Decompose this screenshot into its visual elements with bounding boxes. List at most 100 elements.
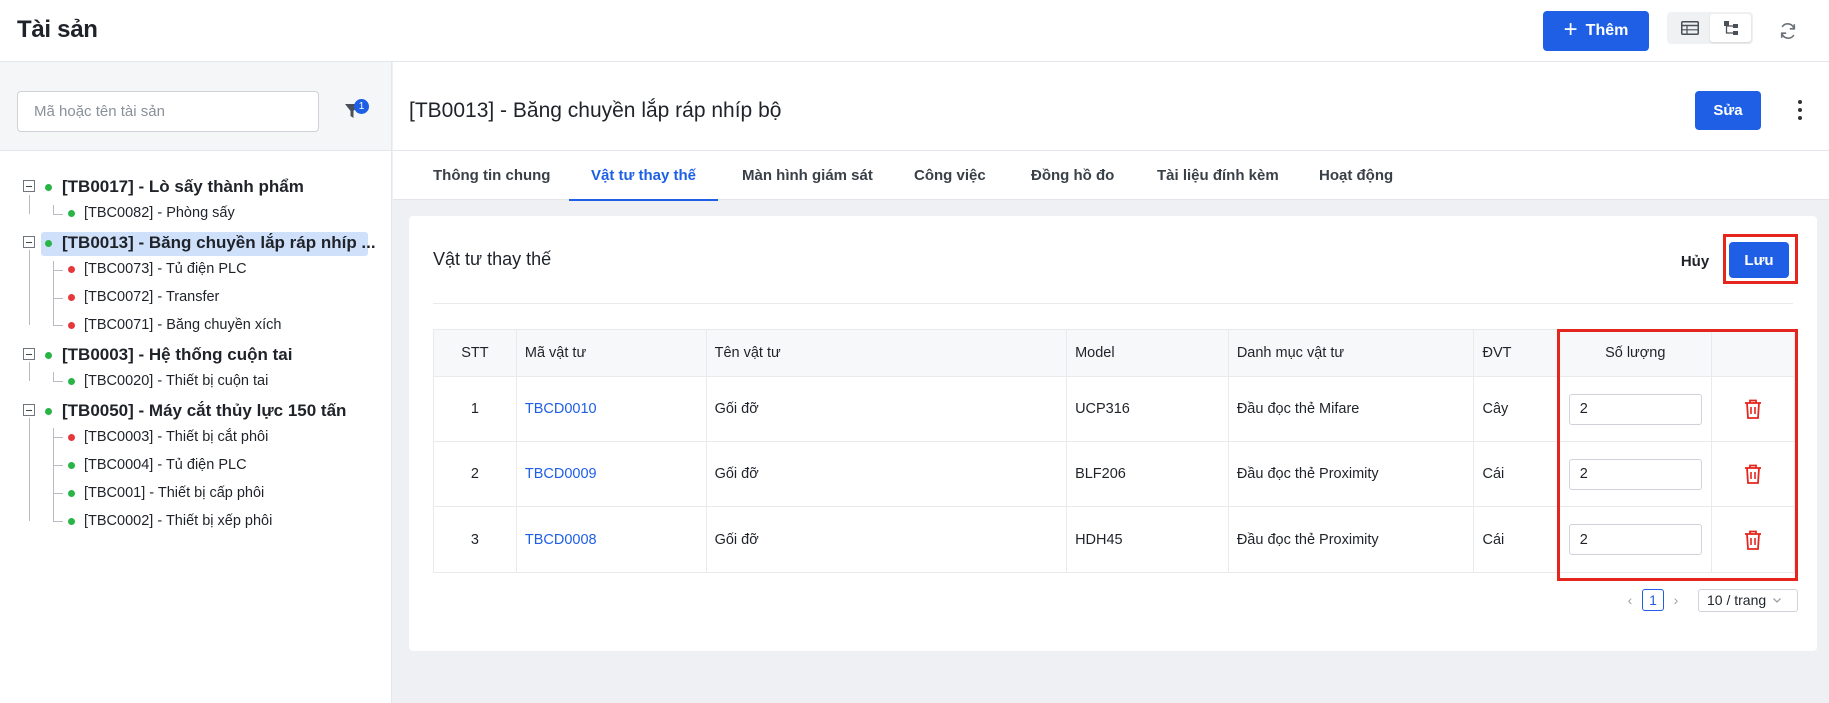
prev-page-icon[interactable]: ‹	[1622, 590, 1638, 610]
quantity-input[interactable]	[1568, 524, 1702, 555]
filter-count-badge: 1	[354, 99, 369, 114]
tree-child-item[interactable]: [TBC0072] - Transfer	[68, 287, 219, 307]
row-index: 2	[434, 442, 517, 506]
table-view-icon	[1680, 21, 1699, 35]
tab-work[interactable]: Công việc	[914, 151, 986, 200]
delete-button[interactable]	[1741, 462, 1765, 486]
table-row: 2 TBCD0009 Gối đỡ BLF206 Đầu đọc thẻ Pro…	[434, 442, 1794, 507]
asset-title: [TB0013] - Băng chuyền lắp ráp nhíp bộ	[409, 99, 782, 122]
tree-child-label: [TBC0020] - Thiết bị cuộn tai	[84, 373, 269, 389]
tree-child-label: [TBC0002] - Thiết bị xếp phôi	[84, 513, 273, 529]
collapse-toggle-icon[interactable]	[23, 236, 35, 248]
page-number[interactable]: 1	[1642, 589, 1664, 611]
tree-child-item[interactable]: [TBC0002] - Thiết bị xếp phôi	[68, 511, 272, 531]
tab-meters[interactable]: Đồng hồ đo	[1031, 151, 1114, 200]
tab-attachments[interactable]: Tài liệu đính kèm	[1157, 151, 1279, 200]
status-dot-green	[68, 517, 75, 525]
detail-tabs: Thông tin chung Vật tư thay thế Màn hình…	[393, 151, 1829, 201]
tree-connector	[29, 195, 30, 214]
material-unit: Cây	[1474, 377, 1560, 441]
collapse-toggle-icon[interactable]	[23, 180, 35, 192]
quantity-cell	[1559, 442, 1713, 506]
add-button-label: Thêm	[1585, 22, 1629, 39]
actions-cell	[1712, 507, 1794, 572]
top-bar: Tài sản + Thêm	[0, 0, 1829, 62]
add-button[interactable]: + Thêm	[1543, 11, 1649, 51]
collapse-toggle-icon[interactable]	[23, 348, 35, 360]
tree-child-label: [TBC0071] - Băng chuyền xích	[84, 317, 282, 333]
material-model: HDH45	[1067, 507, 1229, 572]
tab-general-info[interactable]: Thông tin chung	[433, 151, 550, 200]
tree-root-label: [TB0013] - Băng chuyền lắp ráp nhíp ...	[62, 233, 376, 252]
tree-child-item[interactable]: [TBC0071] - Băng chuyền xích	[68, 315, 281, 335]
cancel-button[interactable]: Hủy	[1670, 244, 1720, 278]
refresh-button[interactable]	[1776, 19, 1800, 43]
pagination: ‹ 1 › 10 / trang	[1622, 588, 1798, 612]
column-header: Tên vật tư	[707, 330, 1068, 376]
material-name: Gối đỡ	[707, 442, 1068, 506]
row-index: 3	[434, 507, 517, 572]
tree-connector	[29, 362, 30, 381]
tree-child-label: [TBC0072] - Transfer	[84, 289, 220, 305]
tree-connector	[53, 437, 63, 438]
column-header: Danh mục vật tư	[1229, 330, 1475, 376]
edit-button[interactable]: Sửa	[1695, 91, 1761, 130]
material-code-link[interactable]: TBCD0008	[525, 532, 597, 548]
tree-connector	[53, 325, 63, 326]
tree-connector	[53, 372, 54, 381]
status-dot-green	[45, 351, 52, 359]
tree-root-item[interactable]: [TB0003] - Hệ thống cuộn tai	[45, 344, 292, 366]
table-view-button[interactable]	[1669, 14, 1710, 42]
tree-child-item[interactable]: [TBC001] - Thiết bị cấp phôi	[68, 483, 264, 503]
search-area: 1	[0, 62, 391, 151]
more-options-button[interactable]	[1792, 98, 1808, 122]
status-dot-green	[68, 209, 75, 217]
tree-root-item[interactable]: [TB0017] - Lò sấy thành phẩm	[45, 176, 304, 198]
tree-view-icon	[1723, 21, 1738, 35]
tree-root-label: [TB0003] - Hệ thống cuộn tai	[62, 345, 293, 364]
material-name: Gối đỡ	[707, 507, 1068, 572]
tree-child-item[interactable]: [TBC0004] - Tủ điện PLC	[68, 455, 247, 475]
material-code-link[interactable]: TBCD0010	[525, 401, 597, 417]
tree-child-item[interactable]: [TBC0003] - Thiết bị cắt phôi	[68, 427, 268, 447]
page-size-select[interactable]: 10 / trang	[1698, 588, 1798, 612]
tree-root-item-selected[interactable]: [TB0013] - Băng chuyền lắp ráp nhíp ...	[45, 232, 376, 254]
tree-view-button[interactable]	[1710, 14, 1751, 42]
quantity-input[interactable]	[1568, 458, 1702, 490]
tab-monitoring-screen[interactable]: Màn hình giám sát	[742, 151, 873, 200]
trash-icon	[1745, 464, 1762, 484]
trash-icon	[1745, 399, 1762, 419]
column-header: Số lượng	[1559, 330, 1713, 376]
material-category: Đầu đọc thẻ Proximity	[1229, 442, 1475, 506]
tree-child-label: [TBC0003] - Thiết bị cắt phôi	[84, 429, 269, 445]
tree-child-item[interactable]: [TBC0020] - Thiết bị cuộn tai	[68, 371, 268, 391]
page-size-label: 10 / trang	[1707, 592, 1767, 608]
tree-connector	[53, 428, 54, 521]
app-title: Tài sản	[17, 16, 98, 43]
delete-button[interactable]	[1741, 397, 1765, 421]
more-vertical-icon	[1798, 100, 1802, 104]
status-dot-green	[68, 489, 75, 497]
tree-root-item[interactable]: [TB0050] - Máy cắt thủy lực 150 tấn	[45, 400, 346, 422]
collapse-toggle-icon[interactable]	[23, 404, 35, 416]
save-button[interactable]: Lưu	[1729, 242, 1789, 278]
materials-card: Vật tư thay thế Hủy Lưu STT Mã vật tư Tê…	[409, 216, 1817, 651]
tree-connector	[53, 205, 54, 214]
material-model: UCP316	[1067, 377, 1229, 441]
tree-connector	[53, 298, 63, 299]
material-code-link[interactable]: TBCD0009	[525, 466, 597, 482]
asset-search-input[interactable]	[17, 91, 319, 132]
tree-child-item[interactable]: [TBC0082] - Phòng sấy	[68, 203, 235, 223]
divider	[433, 303, 1793, 304]
actions-cell	[1712, 377, 1794, 441]
tab-activity[interactable]: Hoạt động	[1319, 151, 1393, 200]
tree-child-item[interactable]: [TBC0073] - Tủ điện PLC	[68, 259, 247, 279]
card-title: Vật tư thay thế	[433, 249, 552, 269]
table-row: 3 TBCD0008 Gối đỡ HDH45 Đầu đọc thẻ Prox…	[434, 507, 1794, 572]
column-header: Model	[1067, 330, 1229, 376]
next-page-icon[interactable]: ›	[1668, 590, 1684, 610]
quantity-input[interactable]	[1568, 393, 1702, 425]
tab-replacement-materials[interactable]: Vật tư thay thế	[569, 151, 718, 201]
material-category: Đầu đọc thẻ Mifare	[1229, 377, 1475, 441]
delete-button[interactable]	[1741, 528, 1765, 552]
